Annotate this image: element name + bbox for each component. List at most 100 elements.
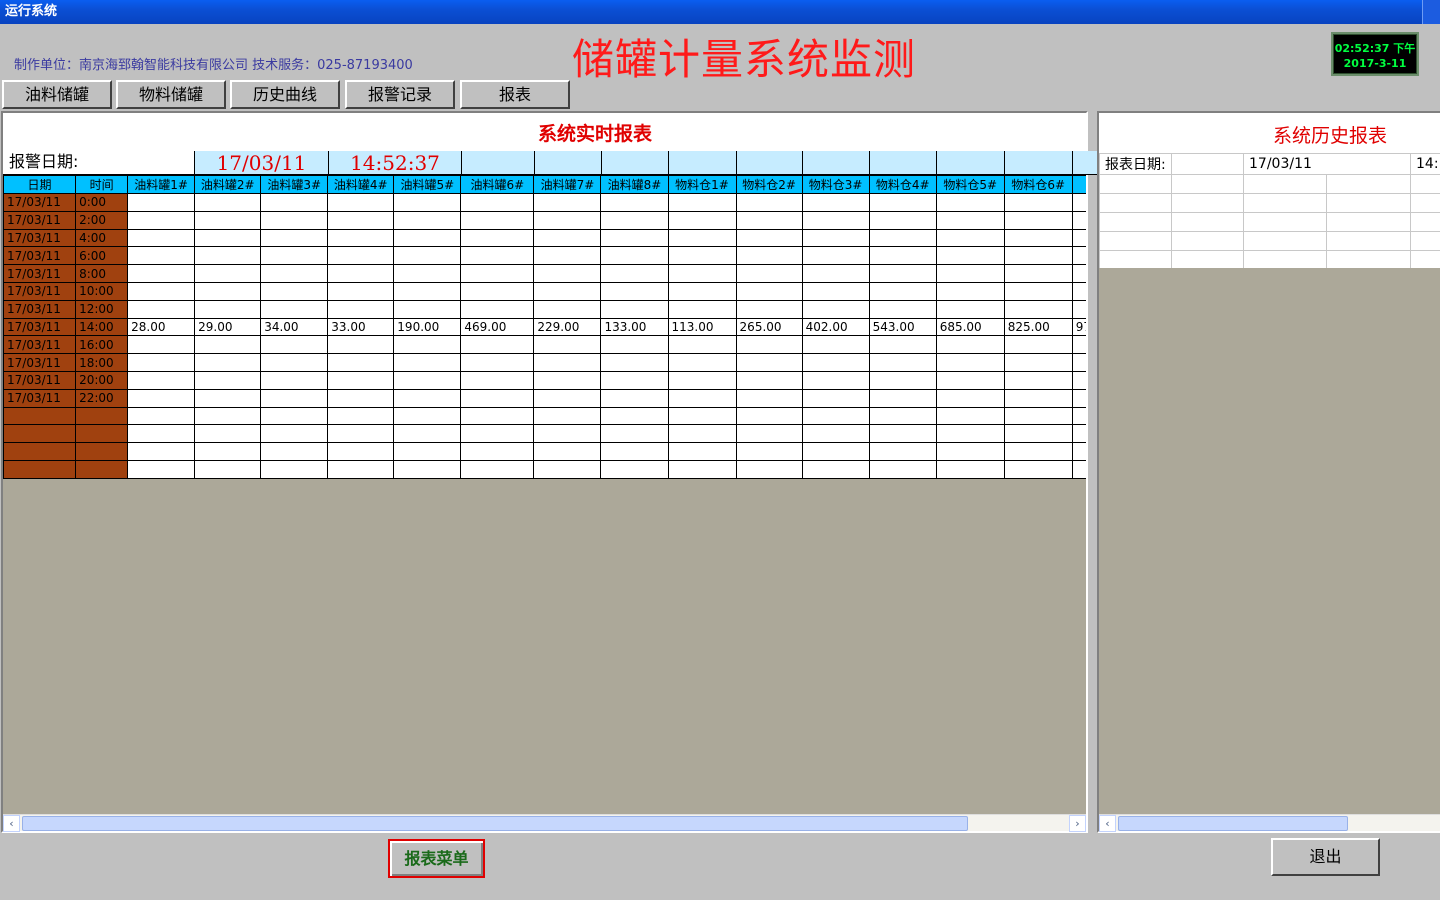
value-cell: 29.00 — [194, 317, 262, 337]
row-time: 20:00 — [75, 370, 129, 390]
history-report-panel: 系统历史报表 报表日期: 17/03/11 14: ‹ — [1097, 111, 1440, 833]
scroll-thumb[interactable] — [1118, 816, 1348, 831]
exit-button[interactable]: 退出 — [1271, 838, 1380, 876]
value-cell: 265.00 — [735, 317, 803, 337]
realtime-horizontal-scrollbar[interactable]: ‹ › — [3, 814, 1086, 832]
value-cell — [868, 246, 937, 266]
realtime-report-table: 日期 时间 油料罐1# 油料罐2# 油料罐3# 油料罐4# 油料罐5# 油料罐6… — [3, 175, 1086, 479]
value-cell — [667, 193, 737, 212]
value-cell — [667, 353, 737, 372]
row-time: 0:00 — [75, 193, 129, 212]
report-menu-button[interactable]: 报表菜单 — [388, 839, 485, 878]
history-horizontal-scrollbar[interactable]: ‹ — [1099, 814, 1440, 832]
value-cell — [460, 281, 535, 301]
value-cell — [260, 442, 329, 461]
value-cell — [735, 353, 803, 372]
tab-alarm-records[interactable]: 报警记录 — [345, 80, 455, 109]
value-cell — [868, 459, 937, 479]
value-cell — [667, 406, 737, 426]
table-cell — [1171, 153, 1244, 175]
scroll-thumb[interactable] — [22, 816, 968, 831]
value-cell — [260, 210, 329, 230]
value-cell — [194, 388, 262, 408]
table-cell — [1171, 174, 1244, 194]
value-cell — [460, 210, 535, 230]
table-header-row: 日期 时间 油料罐1# 油料罐2# 油料罐3# 油料罐4# 油料罐5# 油料罐6… — [3, 175, 1086, 194]
value-cell — [600, 299, 669, 319]
value-cell — [935, 299, 1005, 319]
value-cell — [935, 335, 1005, 355]
date-row-cell — [870, 151, 937, 175]
value-cell — [533, 424, 602, 444]
scroll-right-button[interactable]: › — [1069, 815, 1086, 832]
value-cell — [533, 459, 602, 479]
value-cell — [735, 388, 803, 408]
table-cell — [1410, 212, 1440, 232]
date-row-cell — [737, 151, 803, 175]
value-cell — [667, 299, 737, 319]
table-cell — [1243, 174, 1327, 194]
value-cell — [460, 264, 535, 283]
table-cell — [1410, 250, 1440, 268]
value-cell — [735, 459, 803, 479]
value-cell — [260, 459, 329, 479]
value-cell — [1003, 299, 1073, 319]
tab-history-curve[interactable]: 历史曲线 — [230, 80, 340, 109]
value-cell — [801, 424, 870, 444]
value-cell — [1071, 406, 1086, 426]
value-cell — [327, 353, 395, 372]
report-date-label: 报表日期: — [1099, 153, 1172, 175]
digital-clock: 02:52:37 下午 2017-3-11 — [1331, 32, 1419, 76]
value-cell — [935, 281, 1005, 301]
tab-material-tanks[interactable]: 物料储罐 — [116, 80, 226, 109]
table-cell — [1410, 231, 1440, 251]
value-cell — [1071, 353, 1086, 372]
value-cell — [935, 370, 1005, 390]
row-date — [3, 424, 77, 444]
table-row — [1099, 193, 1440, 213]
tab-report[interactable]: 报表 — [460, 80, 570, 109]
value-cell — [194, 281, 262, 301]
value-cell — [260, 335, 329, 355]
value-cell — [194, 228, 262, 248]
value-cell — [460, 370, 535, 390]
table-row: 17/03/11 22:00 — [3, 388, 1086, 408]
value-cell — [194, 335, 262, 355]
value-cell — [1003, 193, 1073, 212]
table-row: 17/03/11 18:00 — [3, 353, 1086, 372]
clock-time: 02:52:37 下午 — [1334, 42, 1416, 55]
scroll-left-button[interactable]: ‹ — [3, 815, 20, 832]
value-cell — [868, 406, 937, 426]
realtime-report-title: 系统实时报表 — [538, 123, 653, 145]
value-cell — [935, 264, 1005, 283]
value-cell — [460, 353, 535, 372]
value-cell — [327, 193, 395, 212]
value-cell — [393, 388, 462, 408]
column-header: 油料罐1# — [127, 175, 196, 194]
scroll-left-button[interactable]: ‹ — [1099, 815, 1116, 832]
history-report-table: 报表日期: 17/03/11 14: — [1099, 153, 1440, 268]
table-row — [1099, 231, 1440, 251]
value-cell — [460, 193, 535, 212]
table-row: 17/03/11 16:00 — [3, 335, 1086, 355]
value-cell — [667, 246, 737, 266]
value-cell — [600, 264, 669, 283]
date-row-cell — [462, 151, 535, 175]
tab-oil-tanks[interactable]: 油料储罐 — [2, 80, 112, 109]
value-cell — [801, 353, 870, 372]
value-cell — [1071, 459, 1086, 479]
value-cell — [533, 335, 602, 355]
table-row: 17/03/11 10:00 — [3, 281, 1086, 301]
titlebar-control[interactable] — [1422, 0, 1440, 24]
history-report-title: 系统历史报表 — [1273, 125, 1388, 147]
table-row: 17/03/11 8:00 — [3, 264, 1086, 283]
row-date: 17/03/11 — [3, 353, 77, 372]
table-cell — [1099, 250, 1172, 268]
value-cell — [667, 388, 737, 408]
value-cell — [1003, 353, 1073, 372]
value-cell — [667, 210, 737, 230]
value-cell: 825.00 — [1003, 317, 1073, 337]
value-cell — [393, 246, 462, 266]
value-cell — [600, 228, 669, 248]
value-cell — [533, 353, 602, 372]
